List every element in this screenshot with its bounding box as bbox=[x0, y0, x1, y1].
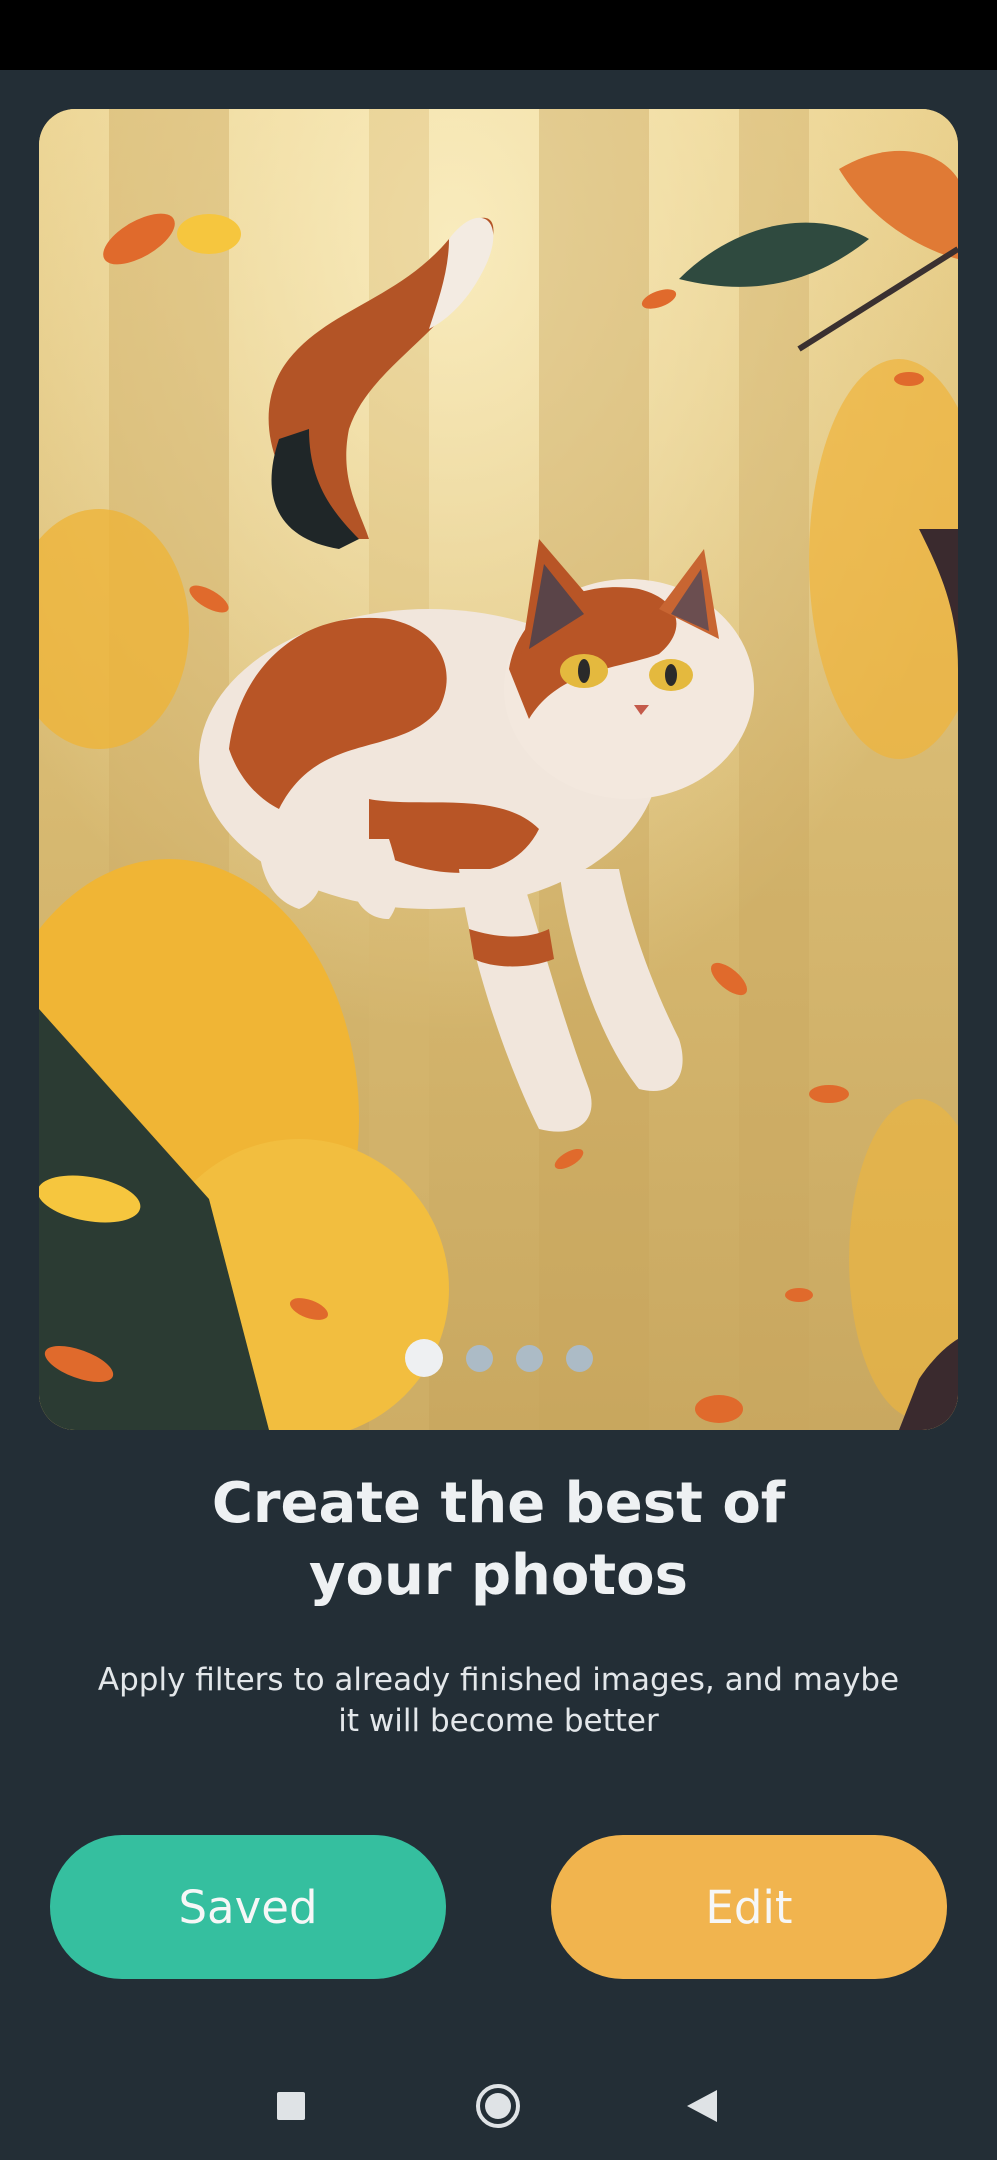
triangle-back-icon bbox=[687, 2090, 717, 2122]
pager-dot[interactable] bbox=[515, 1344, 543, 1372]
description-line-2: it will become better bbox=[338, 1703, 659, 1739]
onboarding-title: Create the best of your photos bbox=[0, 1468, 997, 1612]
status-bar bbox=[0, 0, 997, 70]
description-line-1: Apply filters to already finished images… bbox=[97, 1662, 900, 1698]
pager-dot[interactable] bbox=[465, 1344, 493, 1372]
saved-button[interactable]: Saved bbox=[50, 1835, 446, 1979]
home-button[interactable] bbox=[468, 2076, 528, 2136]
pager-dot[interactable] bbox=[565, 1344, 593, 1372]
pager-dot-active[interactable] bbox=[404, 1339, 443, 1377]
onboarding-description: Apply filters to already finished images… bbox=[60, 1660, 937, 1742]
edit-button[interactable]: Edit bbox=[551, 1835, 947, 1979]
recents-button[interactable] bbox=[261, 2076, 321, 2136]
pager-indicator[interactable] bbox=[39, 1338, 958, 1378]
circle-home-icon bbox=[476, 2084, 520, 2128]
square-icon bbox=[277, 2092, 305, 2120]
title-line-2: your photos bbox=[309, 1543, 688, 1608]
cat-illustration bbox=[39, 109, 958, 1430]
system-navigation-bar bbox=[0, 2040, 997, 2160]
title-line-1: Create the best of bbox=[211, 1471, 786, 1536]
back-button[interactable] bbox=[672, 2076, 732, 2136]
hero-image-carousel[interactable] bbox=[39, 109, 958, 1430]
